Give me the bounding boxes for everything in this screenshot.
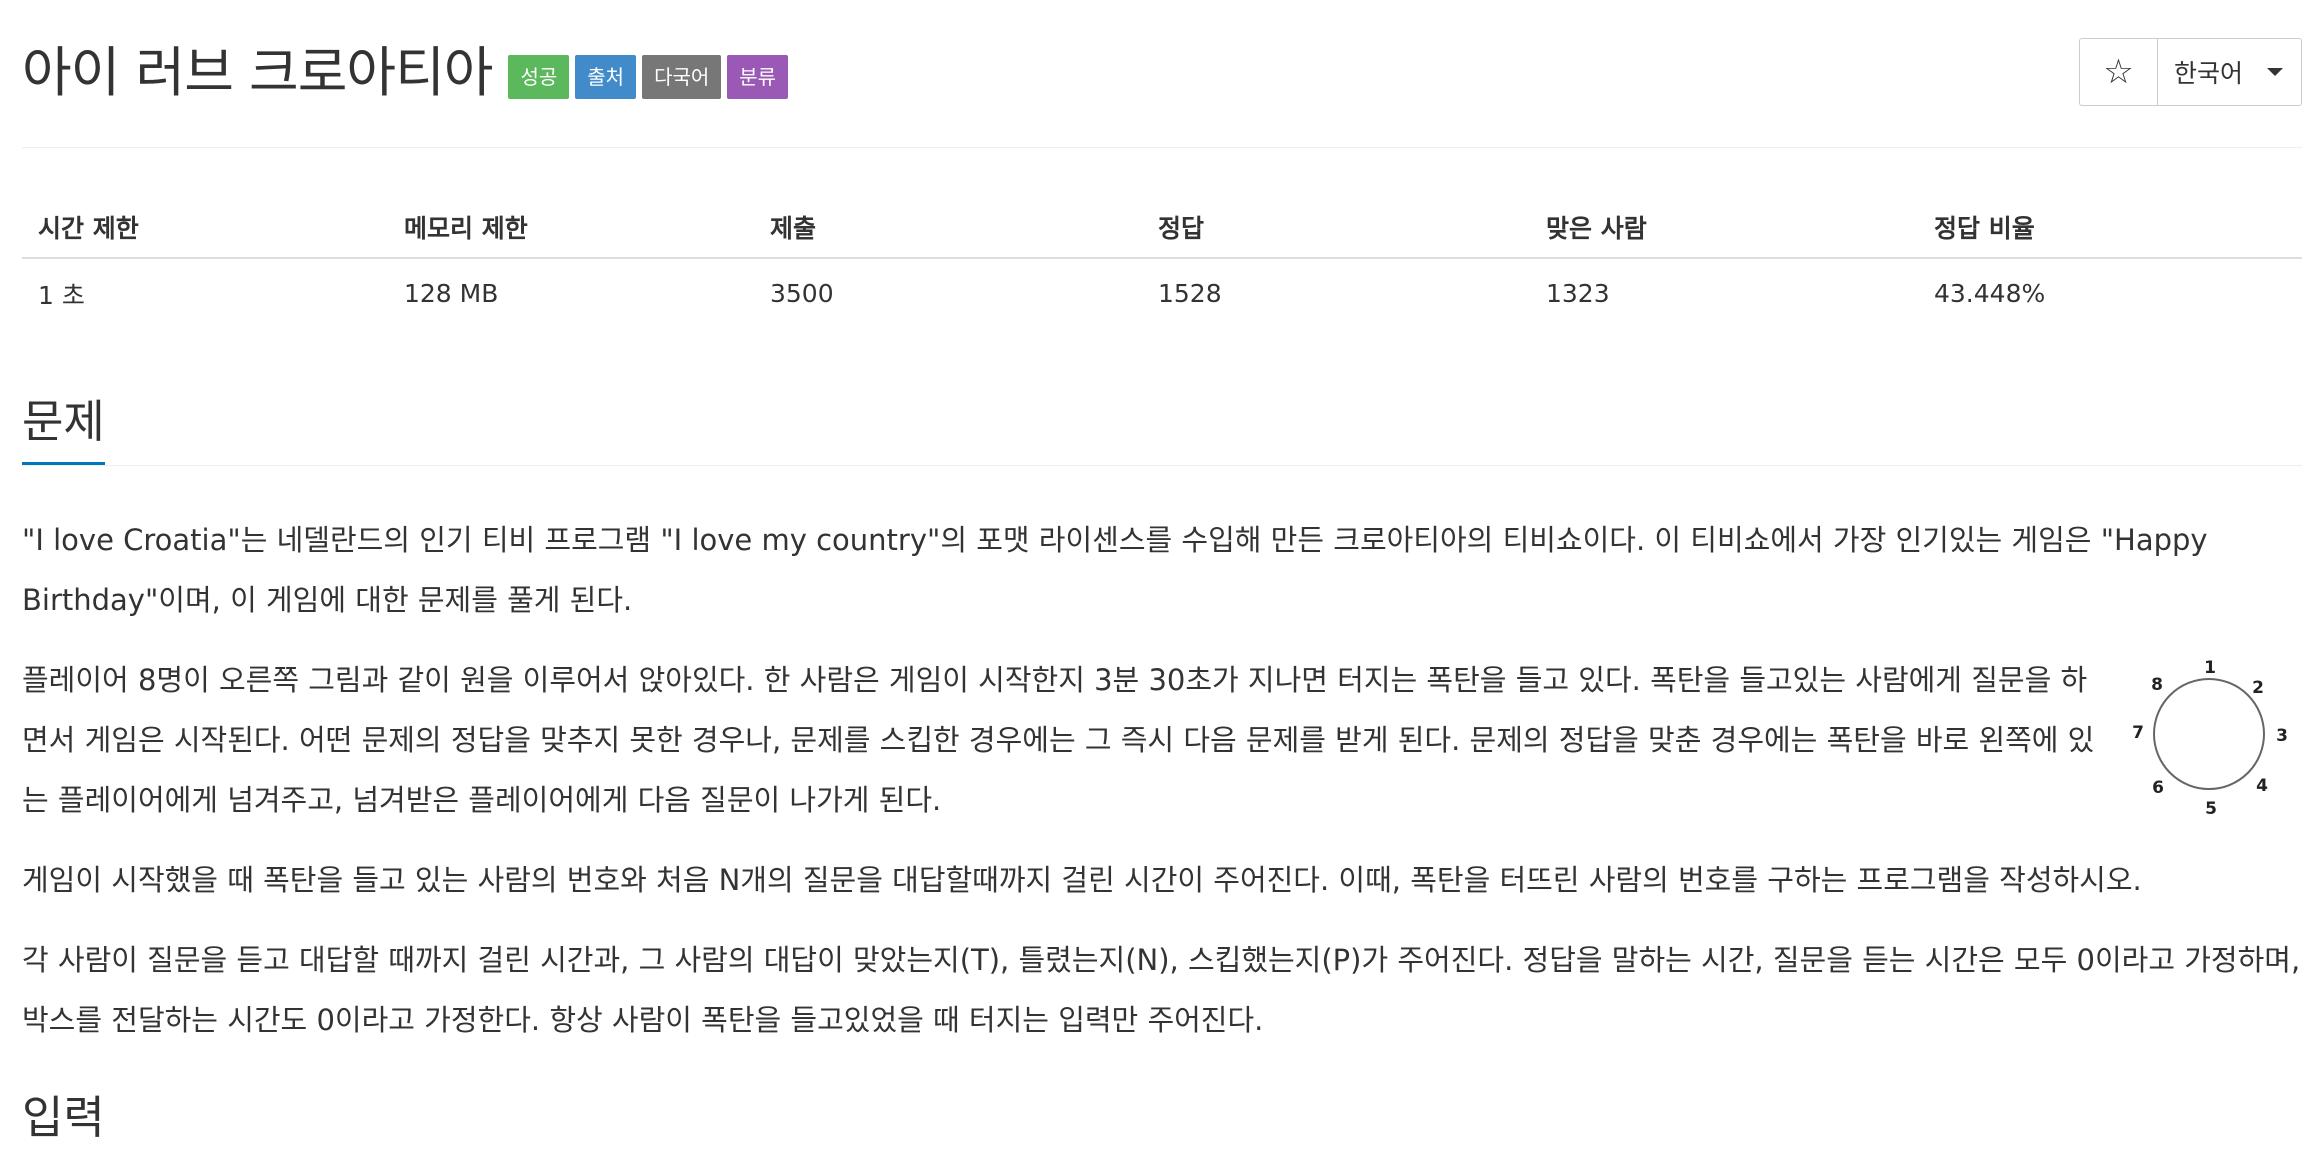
player-2: 2 xyxy=(2252,678,2264,698)
problem-title: 아이 러브 크로아티아 xyxy=(22,41,493,104)
problem-paragraph-3: 게임이 시작했을 때 폭탄을 들고 있는 사람의 번호와 처음 N개의 질문을 … xyxy=(22,863,2142,897)
title-row: 아이 러브 크로아티아 성공 출처 다국어 분류 xyxy=(22,38,794,108)
header-solved-users: 맞은 사람 xyxy=(1530,196,1918,259)
player-5: 5 xyxy=(2205,799,2217,818)
problem-description: "I love Croatia"는 네델란드의 인기 티비 프로그램 "I lo… xyxy=(22,510,2302,1070)
table-row: 1 초 128 MB 3500 1528 1323 43.448% xyxy=(22,258,2302,328)
label-category[interactable]: 분류 xyxy=(727,55,789,99)
caret-down-icon xyxy=(2267,68,2283,76)
problem-paragraph-2: 플레이어 8명이 오른쪽 그림과 같이 원을 이루어서 앉아있다. 한 사람은 … xyxy=(22,663,2095,817)
problem-paragraph-2-block: 플레이어 8명이 오른쪽 그림과 같이 원을 이루어서 앉아있다. 한 사람은 … xyxy=(22,650,2302,830)
problem-paragraph-4: 각 사람이 질문을 듣고 대답할 때까지 걸린 시간과, 그 사람의 대답이 맞… xyxy=(22,943,2301,1037)
problem-labels: 성공 출처 다국어 분류 xyxy=(508,55,794,99)
section-title-problem: 문제 xyxy=(22,380,105,465)
cell-submissions[interactable]: 3500 xyxy=(754,258,1142,328)
header-submissions: 제출 xyxy=(754,196,1142,259)
header-actions: ☆ 한국어 xyxy=(2078,38,2302,106)
problem-section-header: 문제 xyxy=(22,380,2302,466)
section-title-input: 입력 xyxy=(22,1091,105,1144)
problem-paragraph-1: "I love Croatia"는 네델란드의 인기 티비 프로그램 "I lo… xyxy=(22,523,2208,617)
cell-memory-limit: 128 MB xyxy=(404,279,499,308)
table-header-row: 시간 제한 메모리 제한 제출 정답 맞은 사람 정답 비율 xyxy=(22,196,2302,259)
label-multilang[interactable]: 다국어 xyxy=(642,55,722,99)
star-button[interactable]: ☆ xyxy=(2078,38,2157,106)
player-6: 6 xyxy=(2152,778,2164,798)
language-label: 한국어 xyxy=(2173,59,2243,88)
star-outline-icon: ☆ xyxy=(2103,52,2134,92)
cell-solved-users[interactable]: 1323 xyxy=(1530,258,1918,328)
player-3: 3 xyxy=(2276,726,2288,746)
cell-accept-ratio: 43.448% xyxy=(1934,279,2046,308)
player-1: 1 xyxy=(2204,658,2216,678)
header-accepted: 정답 xyxy=(1142,196,1530,259)
label-source[interactable]: 출처 xyxy=(575,55,637,99)
player-8: 8 xyxy=(2151,675,2163,695)
label-success[interactable]: 성공 xyxy=(508,55,570,99)
cell-accepted[interactable]: 1528 xyxy=(1142,258,1530,328)
player-7: 7 xyxy=(2132,723,2144,743)
header-time-limit: 시간 제한 xyxy=(22,196,388,259)
cell-time-limit: 1 초 xyxy=(38,280,85,310)
player-circle-figure: 1 2 3 4 5 6 7 8 xyxy=(2132,658,2288,818)
header-memory-limit: 메모리 제한 xyxy=(388,196,754,259)
header-accept-ratio: 정답 비율 xyxy=(1918,196,2302,259)
page-header: 아이 러브 크로아티아 성공 출처 다국어 분류 ☆ 한국어 xyxy=(22,0,2302,148)
problem-info-table: 시간 제한 메모리 제한 제출 정답 맞은 사람 정답 비율 1 초 128 M… xyxy=(22,196,2302,328)
player-4: 4 xyxy=(2256,776,2268,796)
input-section-header: 입력 xyxy=(22,1088,105,1148)
language-dropdown[interactable]: 한국어 xyxy=(2156,38,2302,106)
